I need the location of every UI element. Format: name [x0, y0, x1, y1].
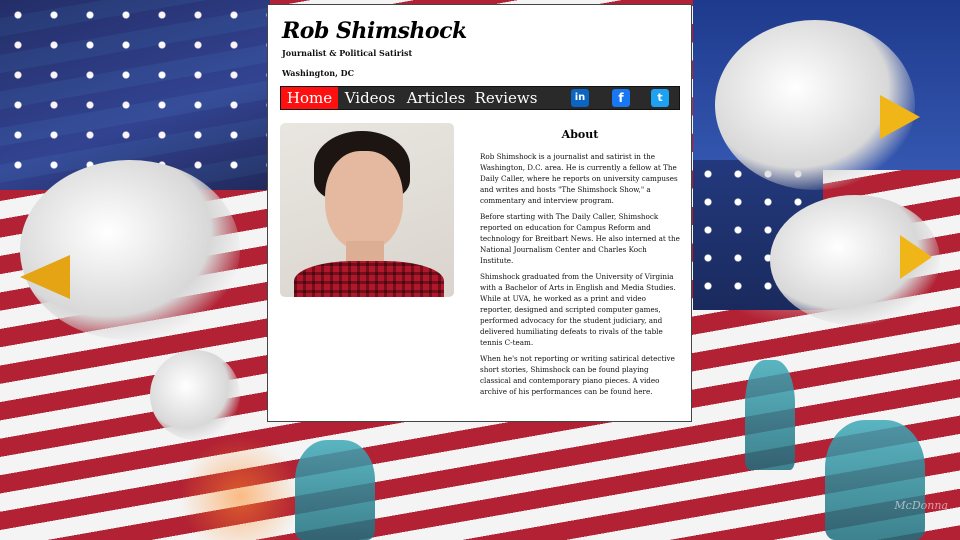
photo-shirt [294, 261, 444, 297]
background-eagle-beak [20, 255, 70, 299]
profile-photo [280, 123, 454, 297]
site-subtitle: Journalist & Political Satirist [282, 48, 413, 58]
content-card: Rob Shimshock Journalist & Political Sat… [267, 4, 692, 422]
background-eagle-small [150, 350, 240, 440]
twitter-icon[interactable]: t [651, 89, 669, 107]
linkedin-icon[interactable]: in [571, 89, 589, 107]
main-nav: Home Videos Articles Reviews in f t [280, 86, 680, 110]
nav-home[interactable]: Home [281, 87, 338, 109]
about-paragraph: Before starting with The Daily Caller, S… [480, 212, 680, 265]
site-location: Washington, DC [282, 68, 354, 78]
nav-videos[interactable]: Videos [341, 87, 399, 109]
about-heading: About [561, 128, 599, 141]
background-statue-of-liberty [295, 440, 375, 540]
background-statue-of-liberty [745, 360, 795, 470]
site-title[interactable]: Rob Shimshock [282, 18, 467, 44]
about-paragraph: Rob Shimshock is a journalist and satiri… [480, 152, 678, 205]
nav-articles[interactable]: Articles [405, 87, 467, 109]
nav-reviews[interactable]: Reviews [474, 87, 538, 109]
facebook-icon[interactable]: f [612, 89, 630, 107]
background-statue-of-liberty [825, 420, 925, 540]
about-text: Rob Shimshock is a journalist and satiri… [480, 151, 680, 402]
background-eagle-beak [900, 235, 932, 279]
about-paragraph: Shimshock graduated from the University … [480, 272, 676, 347]
background-signature: McDonna [894, 499, 948, 512]
background-eagle-beak [880, 95, 920, 139]
background-eagle-left [20, 160, 240, 340]
about-paragraph: When he's not reporting or writing satir… [480, 354, 675, 396]
photo-face [325, 151, 403, 251]
